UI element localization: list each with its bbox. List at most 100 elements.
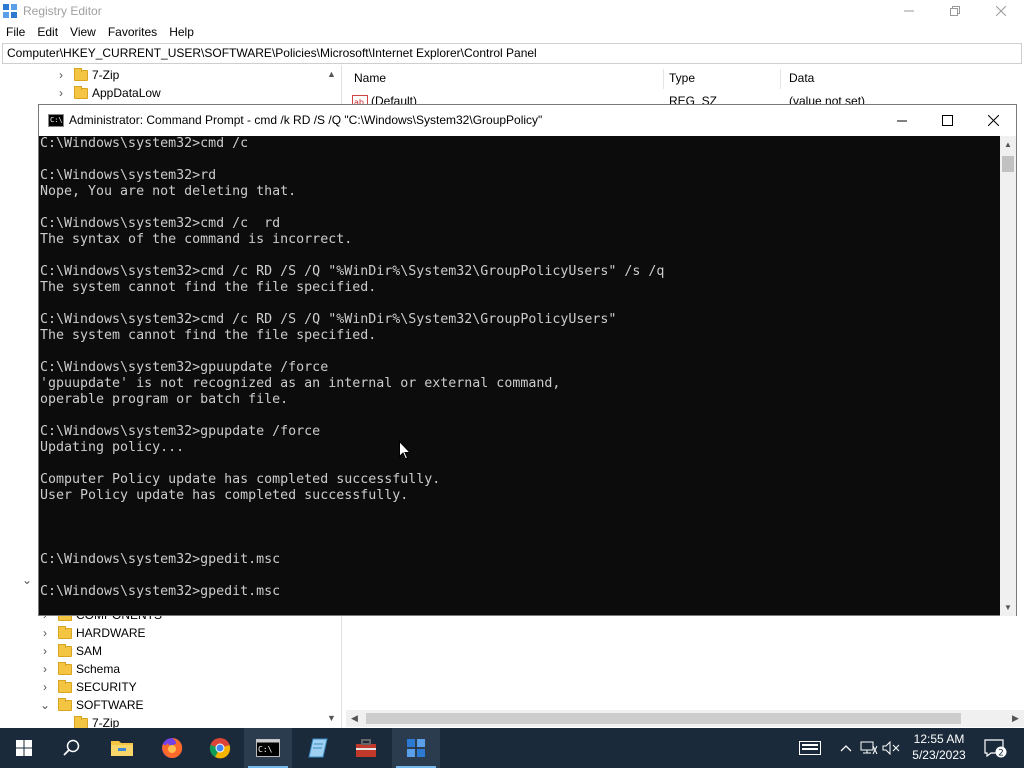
scroll-right-icon[interactable]: ▶ [1007, 710, 1024, 727]
taskbar-notepad[interactable] [294, 728, 342, 768]
tree-item-software[interactable]: ⌄ SOFTWARE [38, 696, 144, 714]
column-header-type[interactable]: Type [661, 69, 781, 89]
tray-network[interactable] [858, 728, 880, 768]
chevron-up-icon [840, 745, 852, 752]
chevron-right-icon[interactable]: › [38, 660, 52, 678]
tree-item[interactable]: › HARDWARE [38, 624, 146, 642]
console-output[interactable]: C:\Windows\system32>cmd /c C:\Windows\sys… [39, 136, 1000, 616]
start-button[interactable] [0, 728, 48, 768]
chevron-right-icon[interactable]: › [54, 84, 68, 102]
values-horizontal-scrollbar[interactable]: ◀ ▶ [346, 710, 1024, 727]
chevron-down-icon[interactable]: ⌄ [38, 696, 52, 714]
action-center-button[interactable]: 2 [980, 728, 1010, 768]
cmd-close-button[interactable] [970, 105, 1016, 136]
tree-item[interactable]: › SECURITY [38, 678, 137, 696]
taskbar-file-explorer[interactable] [98, 728, 146, 768]
tree-item-label: AppDataLow [92, 86, 161, 100]
chevron-right-icon[interactable]: › [38, 642, 52, 660]
column-header-name[interactable]: Name [346, 69, 664, 89]
chevron-right-icon[interactable]: › [38, 624, 52, 642]
search-icon [63, 739, 80, 756]
notification-icon: 2 [984, 739, 1007, 759]
network-icon [860, 741, 878, 755]
taskbar-clock[interactable]: 12:55 AM 5/23/2023 [902, 731, 976, 765]
cmd-maximize-button[interactable] [924, 105, 970, 136]
tree-item-label: 7-Zip [92, 716, 120, 728]
command-prompt-title: Administrator: Command Prompt - cmd /k R… [69, 113, 543, 127]
reg-close-button[interactable] [978, 0, 1024, 22]
folder-icon [58, 625, 72, 639]
tree-item[interactable]: › SAM [38, 642, 102, 660]
taskbar-firefox[interactable] [148, 728, 196, 768]
tray-volume[interactable] [880, 728, 902, 768]
volume-muted-icon [882, 741, 900, 755]
taskbar-toolbox[interactable] [342, 728, 390, 768]
folder-icon [58, 661, 72, 675]
console-line: C:\Windows\system32>gpedit.msc [40, 584, 281, 599]
scroll-up-icon[interactable]: ▲ [1000, 136, 1016, 153]
registry-editor-icon [407, 739, 425, 757]
start-icon [16, 740, 32, 756]
column-header-data[interactable]: Data [781, 69, 1024, 89]
chevron-down-icon[interactable]: ⌄ [20, 571, 34, 589]
console-line: C:\Windows\system32>gpedit.msc [40, 552, 281, 567]
scroll-left-icon[interactable]: ◀ [346, 710, 363, 727]
scroll-down-icon[interactable]: ▼ [1000, 599, 1016, 616]
console-scrollbar[interactable]: ▲ ▼ [1000, 136, 1016, 616]
console-line: The syntax of the command is incorrect. [40, 232, 353, 247]
mouse-cursor-icon [399, 441, 411, 460]
menu-edit[interactable]: Edit [31, 22, 64, 43]
cmd-minimize-button[interactable] [879, 105, 925, 136]
registry-editor-menubar: File Edit View Favorites Help [0, 22, 1024, 43]
clock-date: 5/23/2023 [912, 748, 966, 762]
scroll-down-icon[interactable]: ▼ [323, 709, 340, 726]
command-prompt-window: C:\ Administrator: Command Prompt - cmd … [38, 104, 1017, 616]
minimize-icon [904, 10, 914, 12]
tree-item-expanded[interactable]: ⌄ [20, 571, 34, 589]
tray-show-hidden[interactable] [836, 728, 856, 768]
menu-help[interactable]: Help [163, 22, 200, 43]
tree-item[interactable]: 7-Zip [54, 714, 119, 728]
close-icon [987, 115, 999, 126]
taskbar-registry-editor[interactable] [392, 728, 440, 768]
registry-editor-app-icon [3, 4, 17, 18]
notification-count: 2 [998, 749, 1004, 759]
console-line: C:\Windows\system32>cmd /c RD /S /Q "%Wi… [40, 312, 617, 327]
registry-editor-titlebar[interactable]: Registry Editor [0, 0, 1024, 22]
menu-file[interactable]: File [0, 22, 31, 43]
tree-item[interactable]: › AppDataLow [54, 84, 161, 102]
reg-minimize-button[interactable] [886, 0, 932, 22]
taskbar-chrome[interactable] [196, 728, 244, 768]
search-button[interactable] [48, 728, 96, 768]
taskbar-command-prompt[interactable]: C:\ [244, 728, 292, 768]
chevron-right-icon[interactable]: › [38, 678, 52, 696]
command-prompt-icon: C:\ [256, 739, 280, 757]
file-explorer-icon [111, 741, 133, 756]
menu-view[interactable]: View [64, 22, 102, 43]
maximize-icon [941, 115, 953, 126]
command-prompt-app-icon: C:\ [48, 114, 64, 127]
address-bar[interactable]: Computer\HKEY_CURRENT_USER\SOFTWARE\Poli… [2, 43, 1022, 64]
menu-favorites[interactable]: Favorites [102, 22, 163, 43]
firefox-icon [162, 737, 183, 758]
scroll-thumb[interactable] [1002, 156, 1014, 172]
scroll-thumb[interactable] [366, 713, 961, 724]
reg-restore-button[interactable] [932, 0, 978, 22]
chevron-right-icon[interactable] [54, 714, 68, 728]
console-line: C:\Windows\system32>cmd /c RD /S /Q "%Wi… [40, 264, 665, 279]
tree-item[interactable]: › 7-Zip [54, 66, 119, 84]
scroll-up-icon[interactable]: ▲ [323, 65, 340, 82]
tree-item-label: SAM [76, 644, 103, 658]
chevron-right-icon[interactable]: › [54, 66, 68, 84]
tree-item-label: 7-Zip [92, 68, 120, 82]
folder-icon [74, 715, 88, 728]
tray-task-view[interactable] [796, 728, 824, 768]
close-icon [996, 6, 1006, 16]
command-prompt-titlebar[interactable]: C:\ Administrator: Command Prompt - cmd … [39, 105, 1016, 136]
tree-item[interactable]: › Schema [38, 660, 120, 678]
